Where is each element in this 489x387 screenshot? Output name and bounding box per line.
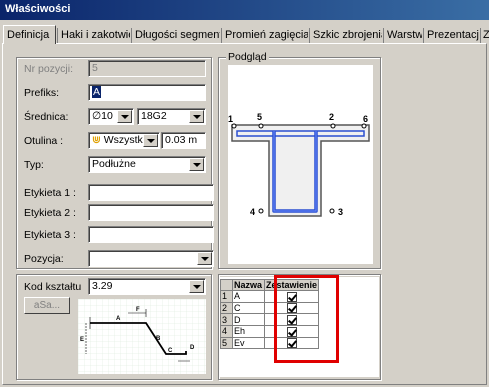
tab-warstwy[interactable]: Warstwy xyxy=(383,28,422,44)
tab-definicja[interactable]: Definicja xyxy=(3,25,56,44)
chevron-down-icon[interactable] xyxy=(189,110,204,123)
sketch-label: C xyxy=(168,348,173,354)
type-select[interactable]: Podłużne xyxy=(88,156,206,173)
tab-dlugosci[interactable]: Długości segmentów xyxy=(131,28,220,44)
prefix-label: Prefiks: xyxy=(24,87,60,99)
shape-code-select[interactable]: 3.29 xyxy=(88,278,206,295)
tag2-input[interactable] xyxy=(88,204,214,221)
beam-section-drawing: 1 5 2 6 4 3 xyxy=(228,65,373,264)
chevron-down-icon[interactable] xyxy=(197,252,212,265)
row-number: 2 xyxy=(220,301,233,315)
diameter-select[interactable]: ∅10 xyxy=(88,108,134,125)
table-corner xyxy=(220,279,233,291)
chevron-down-icon[interactable] xyxy=(117,110,132,123)
point-label: 3 xyxy=(338,207,343,217)
chevron-down-icon[interactable] xyxy=(189,280,204,293)
column-header-name[interactable]: Nazwa xyxy=(232,279,265,291)
window-title: Właściwości xyxy=(0,0,489,20)
shape-sketch-drawing: A B C D E F xyxy=(78,299,206,374)
point-marker xyxy=(330,123,336,129)
shape-label: Kod kształtu xyxy=(24,281,82,293)
cover-mode-icon: ⋓ xyxy=(92,134,104,146)
tag3-label: Etykieta 3 : xyxy=(24,229,76,241)
point-marker xyxy=(231,123,237,129)
cover-value-input[interactable]: 0.03 m xyxy=(161,132,206,149)
tab-prezentacja[interactable]: Prezentacja xyxy=(423,28,479,44)
row-number: 3 xyxy=(220,313,233,326)
row-name: Eh xyxy=(232,324,265,338)
row-name: A xyxy=(232,290,265,303)
cover-mode-value: Wszystko xyxy=(103,134,149,146)
row-name: Ev xyxy=(232,336,265,350)
row-name: D xyxy=(232,313,265,326)
diameter-label: Średnica: xyxy=(24,111,69,123)
point-marker xyxy=(361,123,367,129)
diameter-value: ∅10 xyxy=(92,110,113,122)
shape-sketch: A B C D E F xyxy=(78,299,206,374)
point-label: 1 xyxy=(228,114,233,124)
row-name: C xyxy=(232,301,265,315)
asa-button[interactable]: aSa... xyxy=(24,297,70,314)
row-number: 4 xyxy=(220,324,233,338)
sketch-label: A xyxy=(116,316,121,322)
point-marker xyxy=(329,208,335,214)
nr-label: Nr pozycji: xyxy=(24,63,74,75)
sketch-label: B xyxy=(156,336,161,342)
chevron-down-icon[interactable] xyxy=(189,158,204,171)
tab-haki[interactable]: Haki i zakotwienie xyxy=(57,28,130,44)
tag1-label: Etykieta 1 : xyxy=(24,187,76,199)
tag1-input[interactable] xyxy=(88,184,214,201)
tab-bar: Definicja Haki i zakotwienie Długości se… xyxy=(0,22,489,44)
point-label: 6 xyxy=(363,114,368,124)
shape-code-value: 3.29 xyxy=(92,280,113,292)
tab-szkic[interactable]: Szkic zbrojenia xyxy=(309,28,382,44)
point-label: 5 xyxy=(257,112,262,122)
point-marker xyxy=(258,123,264,129)
sketch-label: F xyxy=(136,307,140,313)
steel-select[interactable]: 18G2 xyxy=(137,108,206,125)
chevron-down-icon[interactable] xyxy=(143,134,158,147)
steel-value: 18G2 xyxy=(141,110,167,122)
preview-label: Podgląd xyxy=(226,51,269,63)
type-value: Podłużne xyxy=(92,158,136,170)
row-number: 1 xyxy=(220,290,233,303)
cover-mode-select[interactable]: ⋓ Wszystko xyxy=(88,132,160,149)
point-marker xyxy=(258,208,264,214)
prefix-input[interactable]: A xyxy=(88,84,206,101)
point-label: 2 xyxy=(329,112,334,122)
tag3-input[interactable] xyxy=(88,226,214,243)
tab-zaklad[interactable]: Zakład xyxy=(480,28,489,44)
nr-field: 5 xyxy=(88,60,206,77)
prefix-value: A xyxy=(92,86,102,98)
sketch-label: E xyxy=(80,337,84,343)
row-number: 5 xyxy=(220,336,233,350)
position-select[interactable] xyxy=(88,250,214,267)
position-label: Pozycja: xyxy=(24,253,64,265)
tab-promien[interactable]: Promień zagięcia xyxy=(221,28,308,44)
section-preview: 1 5 2 6 4 3 xyxy=(228,65,373,264)
sketch-label: D xyxy=(190,345,195,351)
type-label: Typ: xyxy=(24,159,44,171)
point-label: 4 xyxy=(250,207,255,217)
highlight-frame xyxy=(274,275,339,363)
cover-label: Otulina : xyxy=(24,135,64,147)
tag2-label: Etykieta 2 : xyxy=(24,207,76,219)
